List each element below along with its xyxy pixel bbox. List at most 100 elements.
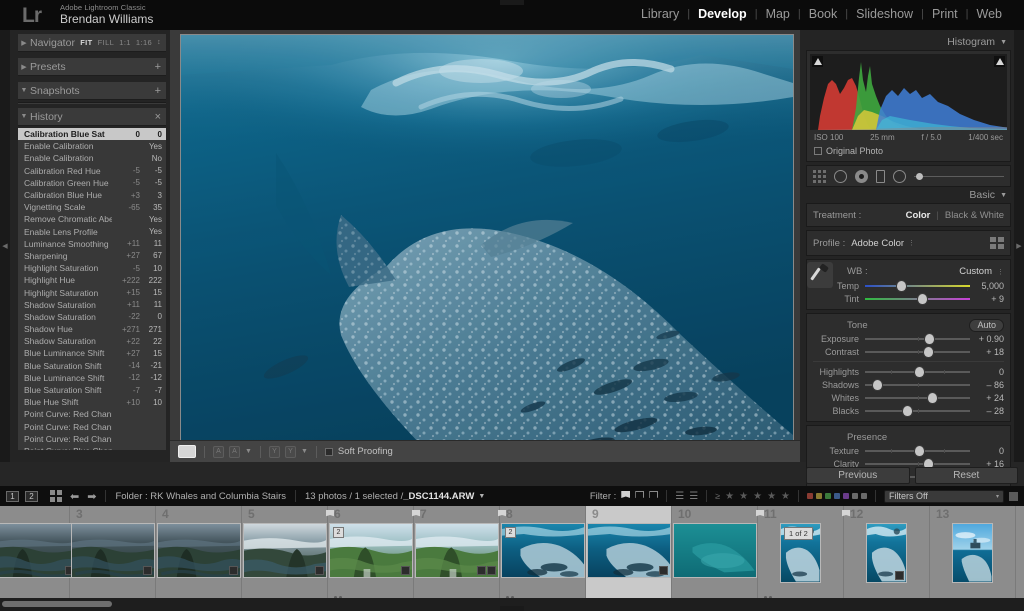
flag-rejected-icon[interactable]	[649, 491, 659, 498]
main-photo-whale-shark[interactable]	[181, 35, 793, 455]
thumbnail-edited-icon[interactable]	[658, 566, 668, 575]
treatment-bw-option[interactable]: Black & White	[945, 210, 1004, 221]
color-label-6[interactable]	[861, 493, 867, 499]
radial-filter-icon[interactable]	[893, 169, 906, 183]
history-item[interactable]: Luminance Smoothing +11 11	[18, 238, 166, 250]
presets-header[interactable]: ▶ Presets +	[18, 58, 166, 76]
star-5-icon[interactable]: ★	[781, 491, 790, 502]
module-print[interactable]: Print	[924, 7, 966, 21]
bottom-panel-toggle[interactable]	[500, 606, 524, 611]
thumbnail-flag-icon[interactable]	[326, 510, 334, 517]
folder-label[interactable]: Folder : RK Whales and Columbia Stairs	[115, 491, 286, 502]
history-item[interactable]: Calibration Green Hue -5 -5	[18, 177, 166, 189]
contrast-value[interactable]: + 18	[970, 347, 1004, 357]
thumbnail-flag-icon[interactable]	[756, 510, 764, 517]
filmstrip-thumbnail-5[interactable]: 5	[242, 506, 328, 602]
texture-value[interactable]: 0	[970, 446, 1004, 456]
history-item[interactable]: Shadow Saturation +22 22	[18, 335, 166, 347]
highlights-value[interactable]: 0	[970, 367, 1004, 377]
history-item[interactable]: Vignetting Scale -65 35	[18, 201, 166, 213]
history-item[interactable]: Point Curve: Red Channel	[18, 421, 166, 433]
highlights-slider[interactable]	[865, 366, 970, 377]
filmstrip-thumbnail-8[interactable]: 8 2	[498, 506, 586, 602]
history-item[interactable]: Enable Lens Profile Yes	[18, 226, 166, 238]
thumbnail-metadata-icon[interactable]	[476, 566, 486, 575]
history-list[interactable]: Calibration Blue Sat 0 0 Enable Calibration…	[18, 128, 166, 450]
history-item[interactable]: Blue Luminance Shift -12 -12	[18, 372, 166, 384]
loupe-view-icon[interactable]	[178, 445, 196, 458]
presets-disclosure-icon[interactable]: ▶	[18, 63, 30, 71]
history-item[interactable]: Point Curve: Blue Channel	[18, 445, 166, 450]
thumbnail-flag-icon[interactable]	[412, 510, 420, 517]
thumbnail-stack-badge[interactable]: 2	[504, 527, 517, 538]
history-item[interactable]: Blue Luminance Shift +27 15	[18, 347, 166, 359]
color-label-3[interactable]	[834, 493, 840, 499]
blacks-value[interactable]: – 28	[970, 406, 1004, 416]
temp-value[interactable]: 5,000	[970, 281, 1004, 291]
filmstrip-thumbnail-7[interactable]: 7	[412, 506, 500, 602]
reset-button[interactable]: Reset	[914, 467, 1018, 484]
before-after-right-icon[interactable]: A	[229, 445, 240, 458]
tint-slider[interactable]	[865, 293, 970, 304]
forward-arrow-icon[interactable]: ➡	[87, 490, 96, 503]
soft-proof-right-icon[interactable]: Y	[284, 445, 296, 458]
flag-picked-icon[interactable]	[621, 491, 631, 498]
tint-value[interactable]: + 9	[970, 294, 1004, 304]
wb-value[interactable]: Custom	[959, 266, 992, 277]
crop-overlay-icon[interactable]	[813, 169, 826, 183]
red-eye-icon[interactable]	[876, 169, 885, 183]
filters-dropdown-chevron-icon[interactable]: ▾	[996, 493, 999, 500]
thumbnail-image[interactable]	[952, 523, 993, 583]
filmstrip-thumbnail-3[interactable]: 3	[70, 506, 156, 602]
treatment-color-option[interactable]: Color	[906, 210, 931, 221]
histogram-header[interactable]: Histogram ▼	[806, 34, 1011, 50]
filmstrip[interactable]: 3 4 5 6 27 8 29 10 11 1 of 2 12 13	[0, 506, 1024, 602]
exposure-value[interactable]: + 0.90	[970, 334, 1004, 344]
file-dropdown-icon[interactable]: ▼	[478, 493, 485, 500]
histogram-graph[interactable]	[810, 54, 1007, 130]
thumbnail-image[interactable]	[866, 523, 907, 583]
profile-dropdown-icon[interactable]: ⋮	[908, 239, 915, 247]
filmstrip-thumbnail-12[interactable]: 12	[842, 506, 930, 602]
module-web[interactable]: Web	[969, 7, 1010, 21]
star-1-icon[interactable]: ★	[725, 491, 734, 502]
presets-add-icon[interactable]: +	[155, 61, 166, 73]
texture-slider[interactable]	[865, 445, 970, 456]
history-item[interactable]: Highlight Saturation +15 15	[18, 286, 166, 298]
history-item[interactable]: Shadow Saturation +11 11	[18, 299, 166, 311]
thumbnail-metadata-icon[interactable]	[142, 566, 152, 575]
shadows-slider[interactable]	[865, 379, 970, 390]
thumbnail-image[interactable]	[156, 523, 241, 578]
history-item[interactable]: Blue Saturation Shift -7 -7	[18, 384, 166, 396]
history-item[interactable]: Blue Hue Shift +10 10	[18, 396, 166, 408]
rating-operator-icon[interactable]: ≥	[715, 491, 720, 501]
filmstrip-thumbnail-9[interactable]: 9	[586, 506, 672, 602]
shadow-clipping-indicator[interactable]	[812, 56, 823, 67]
history-item[interactable]: Blue Saturation Shift -14 -21	[18, 360, 166, 372]
history-clear-icon[interactable]: ×	[155, 111, 166, 123]
navigator-zoom-fill[interactable]: FILL	[98, 38, 115, 47]
history-disclosure-icon[interactable]: ▼	[18, 113, 30, 120]
back-arrow-icon[interactable]: ⬅	[70, 490, 79, 503]
exposure-slider[interactable]	[865, 333, 970, 344]
color-label-filters[interactable]	[807, 493, 867, 499]
navigator-zoom-stepper-icon[interactable]: ↕	[157, 39, 161, 46]
thumbnail-image[interactable]	[0, 523, 77, 578]
module-library[interactable]: Library	[633, 7, 687, 21]
history-item[interactable]: Enable Calibration Yes	[18, 140, 166, 152]
star-2-icon[interactable]: ★	[739, 491, 748, 502]
module-slideshow[interactable]: Slideshow	[848, 7, 921, 21]
filters-off-dropdown[interactable]: Filters Off ▾	[884, 489, 1004, 503]
navigator-zoom-1-1[interactable]: 1:1	[119, 38, 131, 47]
thumbnail-image[interactable]	[70, 523, 155, 578]
shadows-value[interactable]: – 86	[970, 380, 1004, 390]
color-label-4[interactable]	[843, 493, 849, 499]
snapshots-add-icon[interactable]: +	[155, 85, 166, 97]
thumbnail-flag-icon[interactable]	[842, 510, 850, 517]
filmstrip-thumbnail[interactable]	[0, 506, 77, 602]
filmstrip-thumbnail-11[interactable]: 11 1 of 2	[756, 506, 844, 602]
history-item[interactable]: Shadow Hue +271 271	[18, 323, 166, 335]
color-label-2[interactable]	[825, 493, 831, 499]
color-label-1[interactable]	[816, 493, 822, 499]
star-3-icon[interactable]: ★	[753, 491, 762, 502]
